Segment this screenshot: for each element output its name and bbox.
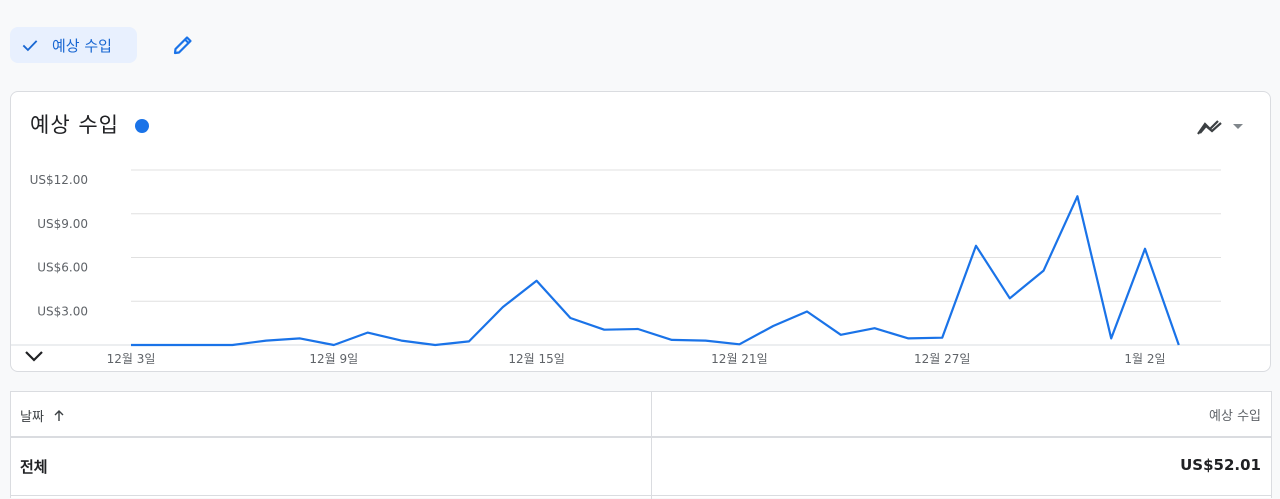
pencil-icon[interactable] [171,33,195,57]
date-column-label: 날짜 [20,406,44,425]
arrow-up-icon [52,409,66,423]
series-line [131,196,1179,345]
x-tick-label: 12월 27일 [914,352,970,366]
x-tick-label: 12월 9일 [309,352,358,366]
metric-chip[interactable]: 예상 수입 [10,27,137,63]
total-value: US$52.01 [1180,456,1261,474]
total-label: 전체 [20,456,48,477]
table-header-row: 날짜 예상 수입 [11,392,1271,438]
table-row: 전체 US$52.01 [11,438,1271,496]
x-tick-label: 12월 3일 [107,352,156,366]
data-table: 날짜 예상 수입 전체 US$52.01 [10,391,1272,498]
check-icon [20,35,40,55]
line-chart: US$12.00 US$9.00 US$6.00 US$3.00 12월 3일 12월 9… [11,92,1270,371]
chart-card: 예상 수입 US$12.00US$9.00US$6.00US$3.0012월 3… [10,91,1271,372]
chevron-down-icon[interactable] [23,348,45,364]
y-tick-label: US$3.00 [37,304,88,318]
revenue-column-header[interactable]: 예상 수입 [1209,405,1261,424]
y-tick-label: US$9.00 [37,217,88,231]
x-tick-label: 12월 15일 [508,352,564,366]
metric-chip-label: 예상 수입 [52,35,112,56]
sort-by-date-header[interactable]: 날짜 [20,406,66,425]
x-tick-label: 12월 21일 [711,352,767,366]
x-tick-label: 1월 2일 [1124,352,1165,366]
y-tick-label: US$12.00 [30,173,88,187]
y-tick-label: US$6.00 [37,261,88,275]
